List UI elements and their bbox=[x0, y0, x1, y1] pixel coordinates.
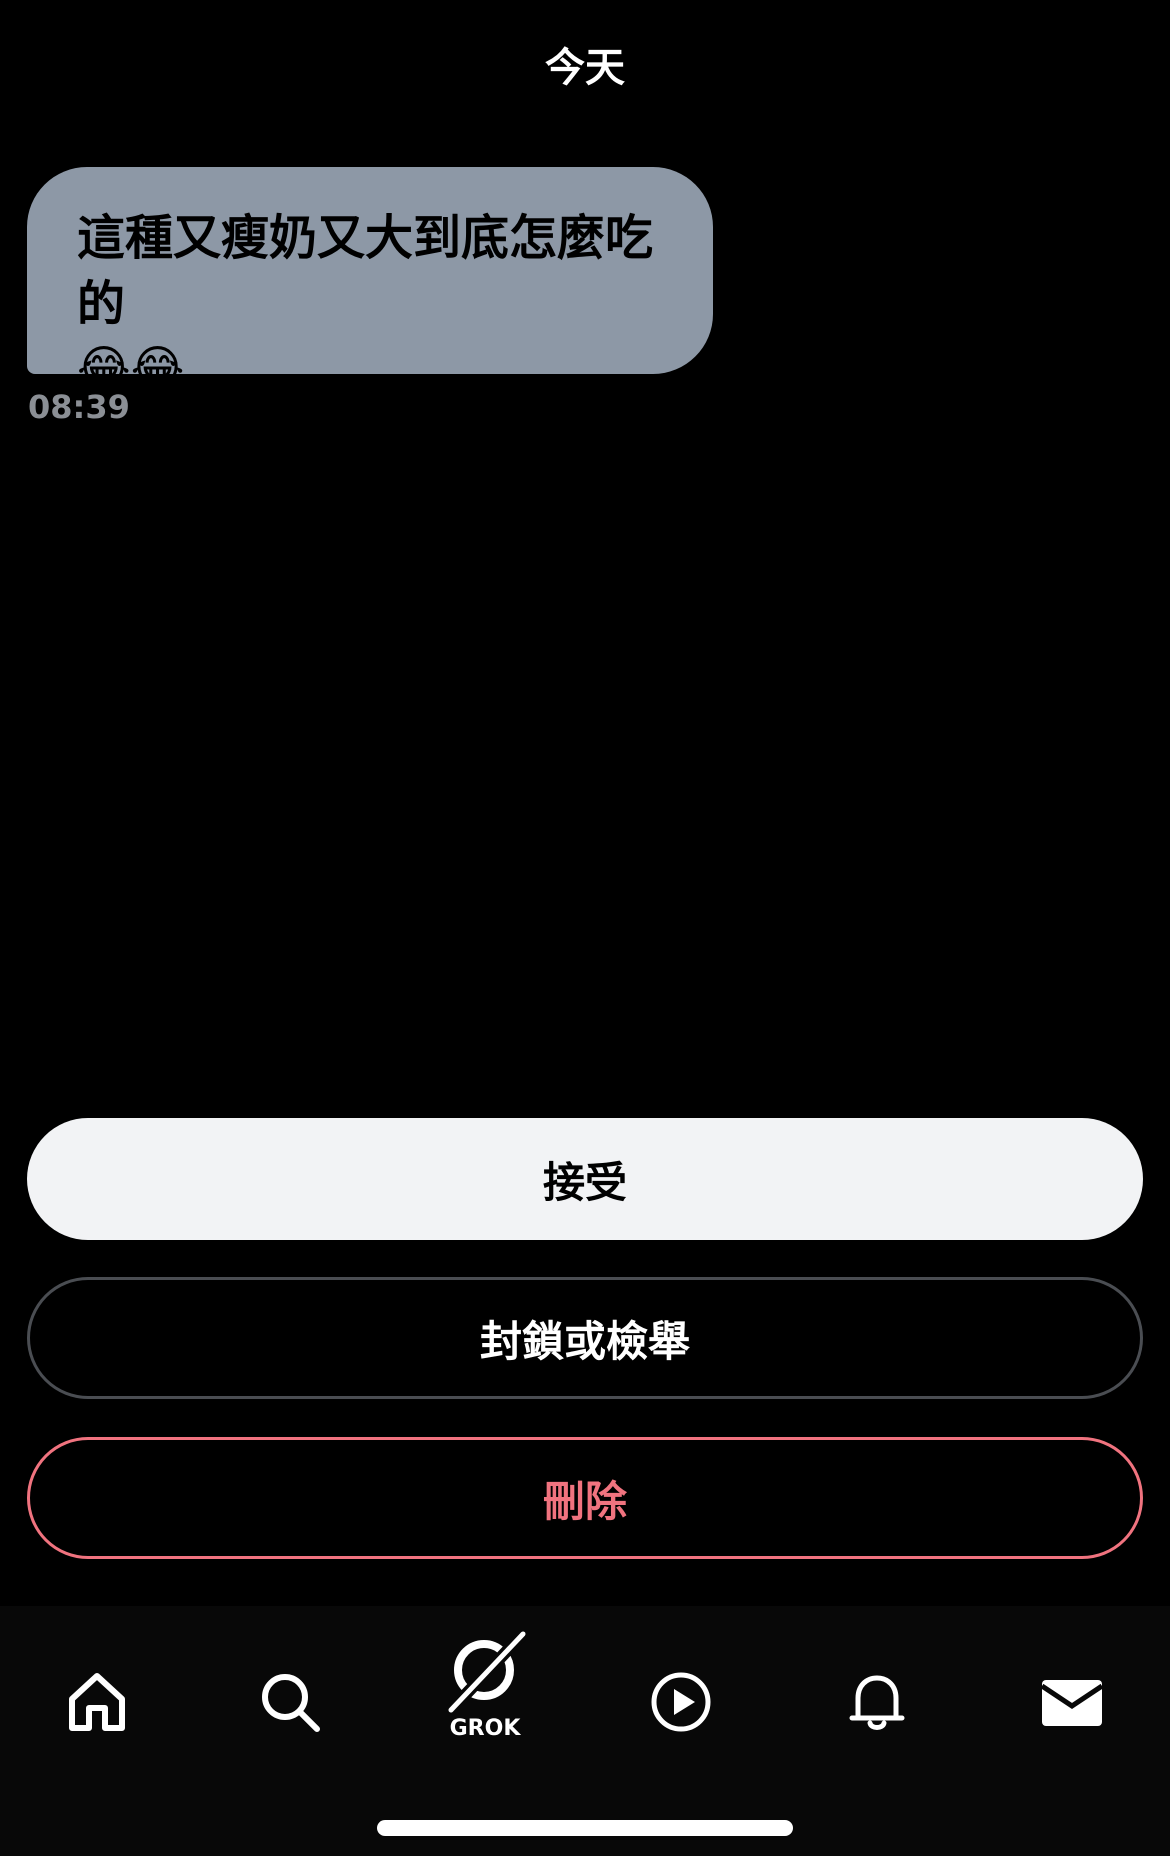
tab-media[interactable] bbox=[621, 1642, 741, 1762]
block-or-report-button[interactable]: 封鎖或檢舉 bbox=[27, 1277, 1143, 1399]
search-icon bbox=[262, 1674, 320, 1732]
message-bubble[interactable]: 這種又瘦奶又大到底怎麼吃的 😂😂 bbox=[27, 167, 713, 394]
tab-search[interactable] bbox=[230, 1642, 350, 1762]
message-timestamp: 08:39 bbox=[28, 388, 130, 426]
bell-icon bbox=[849, 1675, 905, 1730]
tab-notifications[interactable] bbox=[817, 1642, 937, 1762]
delete-button[interactable]: 刪除 bbox=[27, 1437, 1143, 1559]
home-indicator[interactable] bbox=[377, 1820, 793, 1836]
mail-icon bbox=[1040, 1680, 1104, 1726]
message-text: 這種又瘦奶又大到底怎麼吃的 bbox=[77, 210, 654, 332]
tab-grok[interactable]: GROK bbox=[425, 1629, 545, 1762]
grok-icon bbox=[444, 1629, 528, 1717]
bottom-tab-bar: GROK bbox=[0, 1606, 1170, 1856]
tab-home[interactable] bbox=[37, 1642, 157, 1762]
grok-label: GROK bbox=[449, 1716, 521, 1741]
play-icon bbox=[651, 1672, 711, 1732]
message-emoji: 😂😂 bbox=[77, 340, 185, 394]
home-icon bbox=[69, 1673, 125, 1731]
accept-button[interactable]: 接受 bbox=[27, 1118, 1143, 1240]
tab-messages[interactable] bbox=[1012, 1642, 1132, 1762]
date-header: 今天 bbox=[545, 45, 625, 91]
